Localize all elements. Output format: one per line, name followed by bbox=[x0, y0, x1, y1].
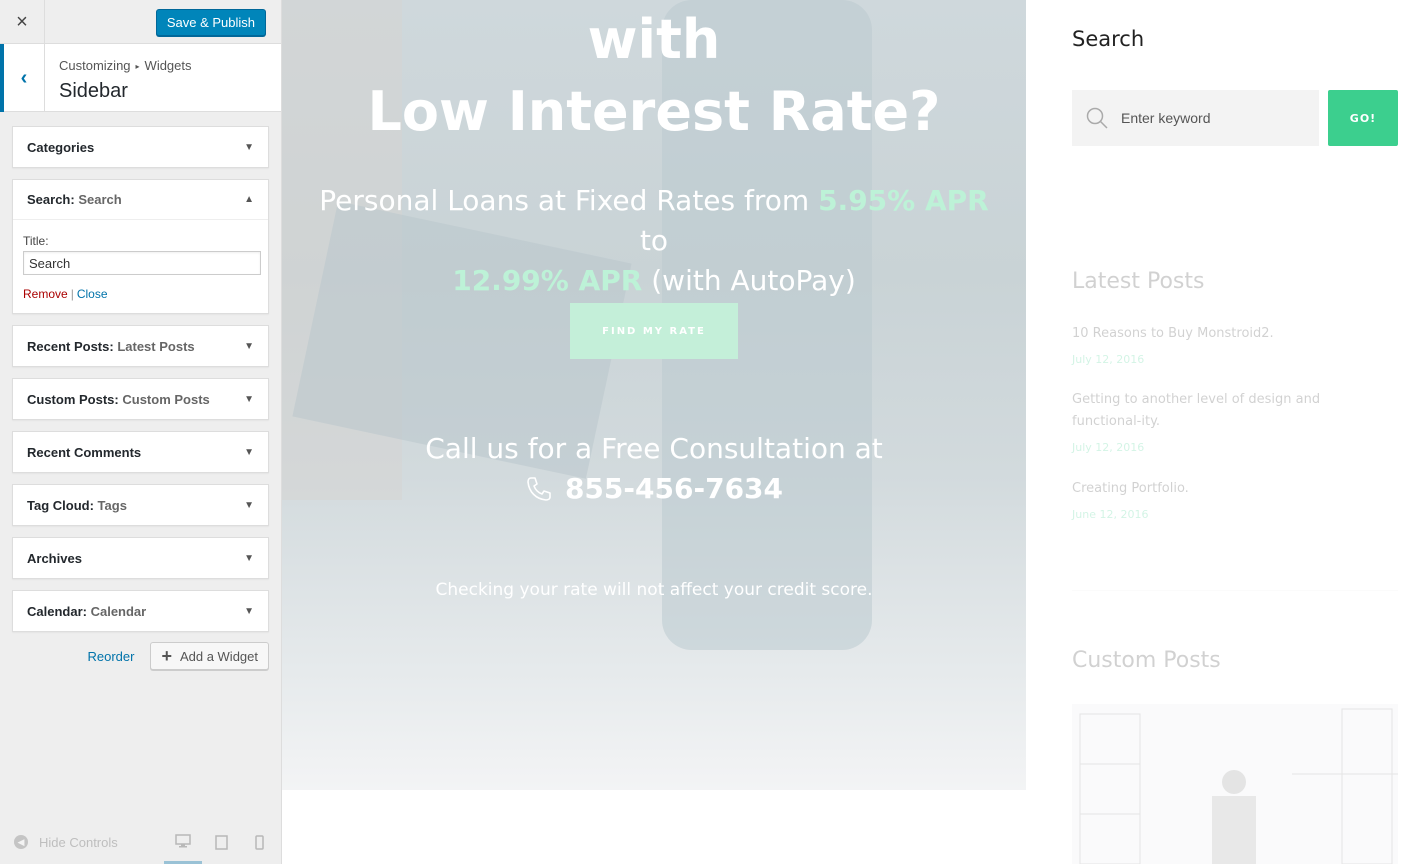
hero-section: with Low Interest Rate? Personal Loans a… bbox=[282, 0, 1026, 790]
collapse-icon: ◀ bbox=[14, 835, 28, 849]
hero-sub-text: (with AutoPay) bbox=[642, 264, 856, 297]
phone-line: 855-456-7634 bbox=[282, 472, 1026, 505]
close-link[interactable]: Close bbox=[77, 287, 108, 301]
tablet-preview-icon[interactable] bbox=[202, 820, 240, 864]
widget-header[interactable]: Categories ▼ bbox=[13, 127, 268, 167]
expand-arrow-icon[interactable]: ▼ bbox=[244, 341, 254, 352]
expand-arrow-icon[interactable]: ▼ bbox=[244, 606, 254, 617]
search-widget-title: Search bbox=[1072, 27, 1145, 51]
widget-search[interactable]: Search: Search ▲ Title: Remove|Close bbox=[12, 179, 269, 314]
add-widget-label: Add a Widget bbox=[179, 648, 258, 664]
breadcrumb-customizing: Customizing bbox=[59, 58, 131, 73]
widget-name: Categories bbox=[27, 139, 95, 155]
post-date[interactable]: July 12, 2016 bbox=[1072, 441, 1144, 454]
phone-icon bbox=[527, 476, 551, 501]
widget-custom-posts[interactable]: Custom Posts: Custom Posts ▼ bbox=[12, 378, 269, 420]
site-sidebar: Search GO! Latest Posts 10 Reasons to Bu… bbox=[1072, 0, 1398, 864]
widget-tag-cloud[interactable]: Tag Cloud: Tags ▼ bbox=[12, 484, 269, 526]
customizer-footer: ◀ Hide Controls bbox=[0, 820, 281, 864]
call-text: Call us for a Free Consultation at bbox=[425, 432, 883, 465]
apr-high: 12.99% APR bbox=[452, 264, 643, 297]
remove-link[interactable]: Remove bbox=[23, 287, 68, 301]
expand-arrow-icon[interactable]: ▼ bbox=[244, 394, 254, 405]
post-title[interactable]: Getting to another level of design and f… bbox=[1072, 389, 1392, 433]
expand-arrow-icon[interactable]: ▼ bbox=[244, 447, 254, 458]
hero-subheading: Personal Loans at Fixed Rates from 5.95%… bbox=[312, 181, 996, 301]
hero-heading-line2: Low Interest Rate? bbox=[367, 80, 941, 143]
widget-title: Search bbox=[78, 192, 122, 207]
widget-categories[interactable]: Categories ▼ bbox=[12, 126, 269, 168]
add-widget-button[interactable]: + Add a Widget bbox=[150, 642, 269, 670]
widget-recent-posts[interactable]: Recent Posts: Latest Posts ▼ bbox=[12, 325, 269, 367]
desktop-preview-icon[interactable] bbox=[164, 820, 202, 864]
apr-low: 5.95% APR bbox=[818, 184, 989, 217]
custom-posts-title: Custom Posts bbox=[1072, 648, 1221, 673]
widget-recent-comments[interactable]: Recent Comments ▼ bbox=[12, 431, 269, 473]
section-header: ‹ Customizing ▸ Widgets Sidebar bbox=[0, 44, 281, 112]
widget-title: Latest Posts bbox=[117, 338, 195, 354]
widget-footer: Reorder + Add a Widget bbox=[0, 642, 281, 670]
post-date[interactable]: June 12, 2016 bbox=[1072, 508, 1148, 521]
hide-controls-button[interactable]: ◀ Hide Controls bbox=[14, 835, 164, 850]
plus-icon: + bbox=[161, 645, 172, 666]
custom-post-thumbnail[interactable] bbox=[1072, 704, 1398, 864]
widget-name: Tag Cloud bbox=[27, 497, 90, 513]
widget-name: Recent Posts bbox=[27, 338, 110, 354]
widget-title: Calendar bbox=[90, 603, 147, 619]
breadcrumb: Customizing ▸ Widgets bbox=[59, 58, 192, 73]
reorder-link[interactable]: Reorder bbox=[87, 649, 134, 664]
customizer-header: × Save & Publish bbox=[0, 0, 281, 44]
latest-posts-title: Latest Posts bbox=[1072, 269, 1205, 294]
widget-name: Calendar bbox=[27, 603, 83, 619]
widget-title: Tags bbox=[97, 497, 127, 513]
section-title: Sidebar bbox=[59, 80, 128, 102]
widget-calendar[interactable]: Calendar: Calendar ▼ bbox=[12, 590, 269, 632]
find-my-rate-button[interactable]: FIND MY RATE bbox=[570, 303, 738, 359]
save-publish-button[interactable]: Save & Publish bbox=[155, 9, 266, 36]
post-title[interactable]: Creating Portfolio. bbox=[1072, 478, 1398, 500]
back-arrow-icon[interactable]: ‹ bbox=[0, 44, 45, 112]
widget-header[interactable]: Recent Comments ▼ bbox=[13, 432, 268, 472]
separator: | bbox=[70, 287, 74, 301]
widget-name: Recent Comments bbox=[27, 444, 142, 460]
post-title[interactable]: 10 Reasons to Buy Monstroid2. bbox=[1072, 323, 1398, 345]
customizer-panel: × Save & Publish ‹ Customizing ▸ Widgets S… bbox=[0, 0, 282, 864]
widget-archives[interactable]: Archives ▼ bbox=[12, 537, 269, 579]
widget-header[interactable]: Recent Posts: Latest Posts ▼ bbox=[13, 326, 268, 366]
close-icon[interactable]: × bbox=[0, 0, 45, 44]
post-date[interactable]: July 12, 2016 bbox=[1072, 353, 1144, 366]
search-box[interactable] bbox=[1072, 90, 1319, 146]
widget-header[interactable]: Search: Search ▲ bbox=[13, 180, 268, 220]
widget-header[interactable]: Calendar: Calendar ▼ bbox=[13, 591, 268, 631]
search-input[interactable] bbox=[1121, 110, 1311, 126]
title-input[interactable] bbox=[23, 251, 261, 275]
breadcrumb-widgets: Widgets bbox=[144, 58, 192, 73]
breadcrumb-separator: ▸ bbox=[135, 62, 140, 71]
search-icon bbox=[1086, 107, 1108, 129]
hero-sub-text: Personal Loans at Fixed Rates from bbox=[319, 184, 819, 217]
widget-name: Search bbox=[27, 192, 71, 207]
widget-actions: Remove | Close bbox=[23, 287, 258, 301]
expand-arrow-icon[interactable]: ▼ bbox=[244, 142, 254, 153]
title-label: Title: bbox=[23, 234, 49, 248]
expand-arrow-icon[interactable]: ▼ bbox=[244, 500, 254, 511]
phone-number[interactable]: 855-456-7634 bbox=[565, 472, 783, 505]
widget-form: Title: Remove|Close bbox=[13, 220, 268, 313]
search-go-button[interactable]: GO! bbox=[1328, 90, 1398, 146]
divider bbox=[1072, 590, 1398, 591]
widget-header[interactable]: Custom Posts: Custom Posts ▼ bbox=[13, 379, 268, 419]
hero-heading-line1: with bbox=[587, 8, 721, 71]
widget-list: Categories ▼ Search: Search ▲ Title: Rem… bbox=[0, 112, 281, 632]
mobile-preview-icon[interactable] bbox=[240, 820, 278, 864]
credit-note: Checking your rate will not affect your … bbox=[435, 580, 873, 600]
widget-header[interactable]: Archives ▼ bbox=[13, 538, 268, 578]
hero-sub-text: to bbox=[639, 224, 669, 257]
collapse-arrow-icon[interactable]: ▲ bbox=[244, 194, 254, 205]
widget-name: Custom Posts bbox=[27, 391, 115, 407]
hide-controls-label: Hide Controls bbox=[39, 834, 118, 850]
expand-arrow-icon[interactable]: ▼ bbox=[244, 553, 254, 564]
widget-title: Custom Posts bbox=[122, 391, 210, 407]
widget-header[interactable]: Tag Cloud: Tags ▼ bbox=[13, 485, 268, 525]
widget-name: Archives bbox=[27, 550, 82, 566]
